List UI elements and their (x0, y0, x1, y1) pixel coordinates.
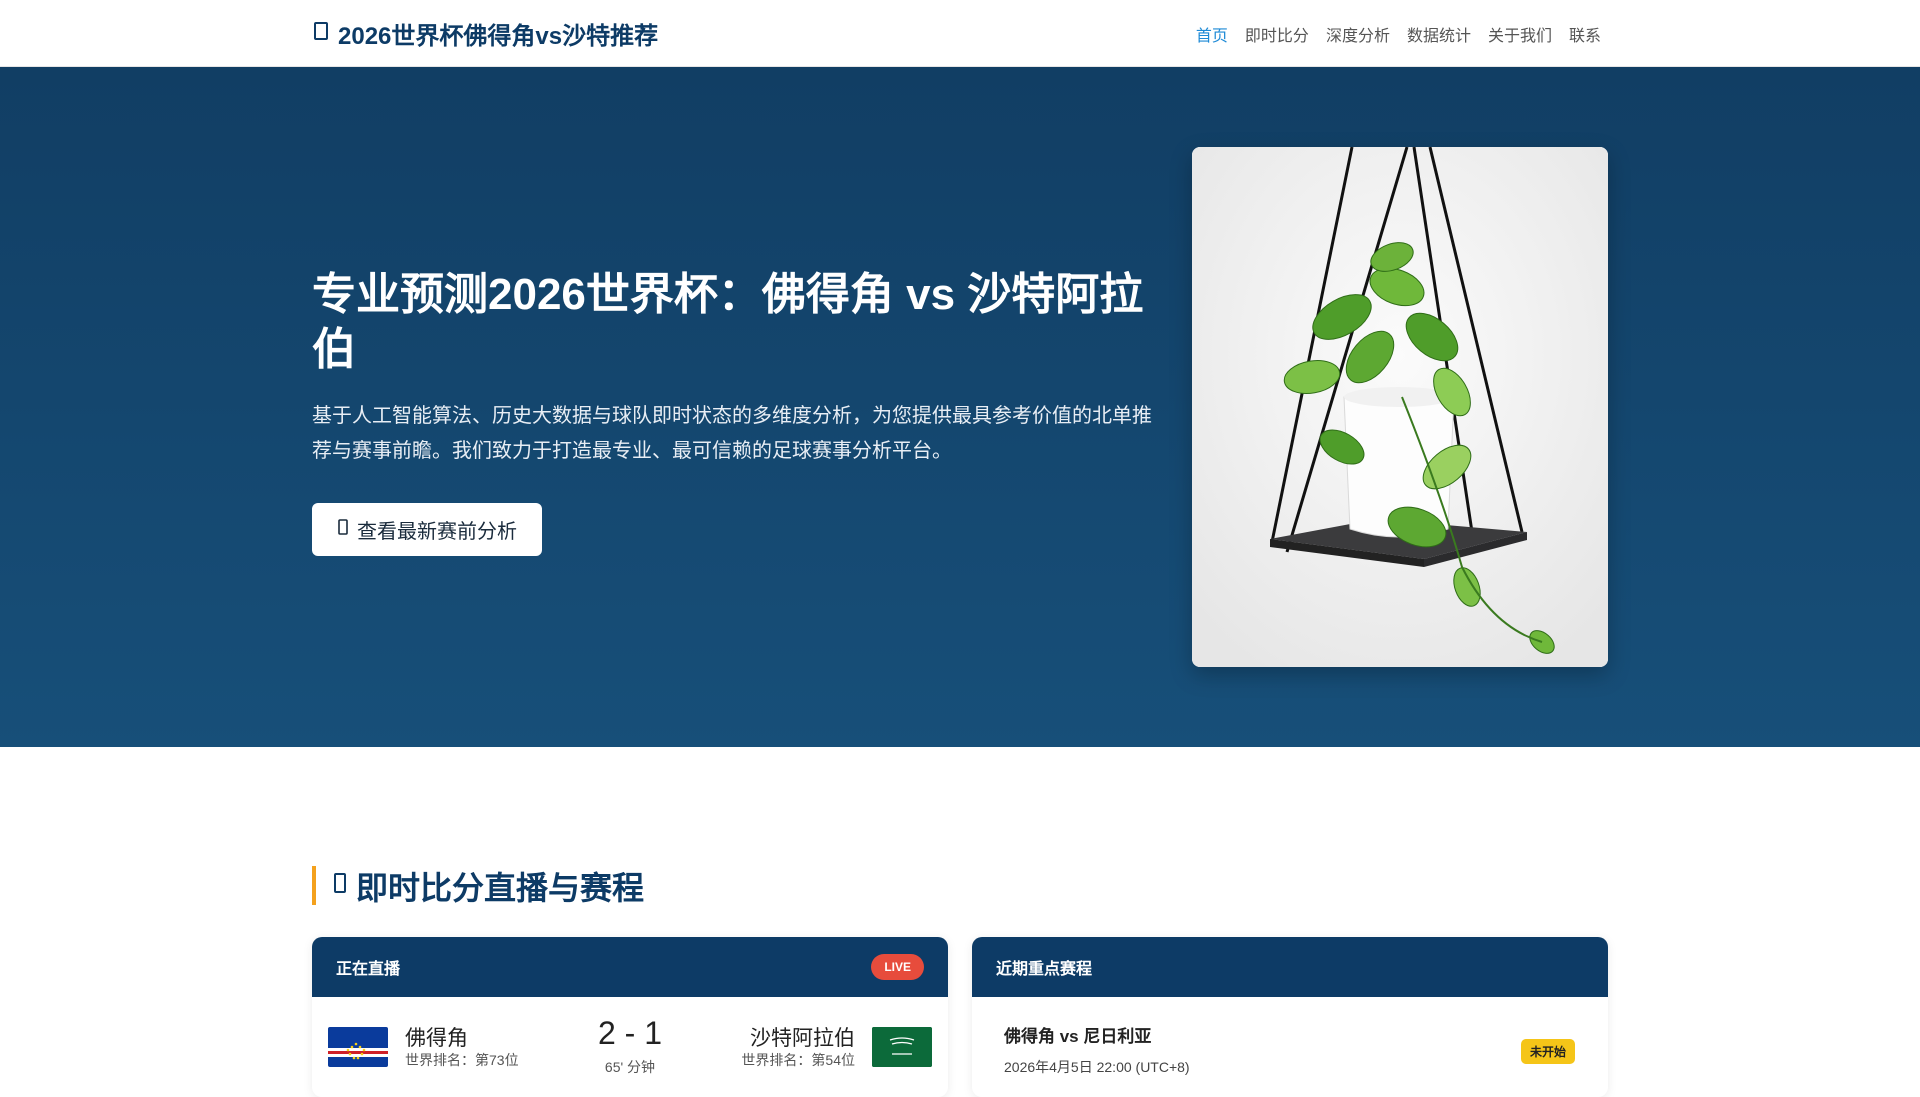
nav-links: 首页 即时比分 深度分析 数据统计 关于我们 联系 (1196, 22, 1601, 46)
live-match-row[interactable]: 佛得角 世界排名：第73位 2 - 1 65' 分钟 沙特阿拉伯 世界排名：第5… (312, 997, 948, 1097)
hero-plant-image (1192, 147, 1608, 667)
nav-link-contact[interactable]: 联系 (1569, 22, 1601, 46)
upcoming-card-title: 近期重点赛程 (996, 961, 1093, 978)
live-badge: LIVE (871, 954, 924, 980)
away-team-name: 沙特阿拉伯 (750, 1027, 855, 1050)
hero-section: 专业预测2026世界杯：佛得角 vs 沙特阿拉伯 基于人工智能算法、历史大数据与… (0, 67, 1920, 747)
football-icon (312, 20, 330, 48)
nav-link-analysis[interactable]: 深度分析 (1326, 22, 1390, 46)
live-card-title: 正在直播 (336, 961, 401, 978)
live-card-header: 正在直播 LIVE (312, 937, 948, 997)
nav-link-live-scores[interactable]: 即时比分 (1245, 22, 1309, 46)
latest-analysis-button[interactable]: 查看最新赛前分析 (312, 503, 542, 556)
section-title-text: 即时比分直播与赛程 (356, 869, 645, 906)
upcoming-card-header: 近期重点赛程 (972, 937, 1608, 997)
hero-description: 基于人工智能算法、历史大数据与球队即时状态的多维度分析，为您提供最具参考价值的北… (312, 405, 1152, 462)
saudi-arabia-flag-icon (872, 1027, 932, 1067)
fixture-item[interactable]: 佛得角 vs 尼日利亚 2026年4月5日 22:00 (UTC+8) 未开始 (972, 997, 1608, 1097)
status-badge: 未开始 (1520, 1039, 1575, 1064)
fixture-teams: 佛得角 vs 尼日利亚 (1004, 1027, 1152, 1046)
nav-link-home[interactable]: 首页 (1196, 22, 1228, 46)
latest-analysis-label: 查看最新赛前分析 (357, 521, 517, 543)
fixture-time: 2026年4月5日 22:00 (UTC+8) (1004, 1059, 1190, 1075)
hero-text: 专业预测2026世界杯：佛得角 vs 沙特阿拉伯 基于人工智能算法、历史大数据与… (312, 267, 1162, 556)
stopwatch-icon (332, 867, 348, 904)
brand[interactable]: 2026世界杯佛得角vs沙特推荐 (312, 16, 658, 51)
away-team-rank: 世界排名：第54位 (741, 1052, 855, 1068)
hero-title: 专业预测2026世界杯：佛得角 vs 沙特阿拉伯 (312, 270, 1144, 374)
live-match-card: 正在直播 LIVE 佛得角 世界排名：第73位 2 - 1 65' 分钟 沙特阿… (312, 937, 948, 1097)
chart-icon (337, 517, 349, 543)
nav-link-statistics[interactable]: 数据统计 (1407, 22, 1471, 46)
nav-link-about[interactable]: 关于我们 (1488, 22, 1552, 46)
brand-title: 2026世界杯佛得角vs沙特推荐 (338, 23, 659, 50)
navbar: 2026世界杯佛得角vs沙特推荐 首页 即时比分 深度分析 数据统计 关于我们 … (0, 0, 1920, 67)
section-title: 即时比分直播与赛程 (312, 866, 644, 906)
upcoming-fixtures-card: 近期重点赛程 佛得角 vs 尼日利亚 2026年4月5日 22:00 (UTC+… (972, 937, 1608, 1097)
